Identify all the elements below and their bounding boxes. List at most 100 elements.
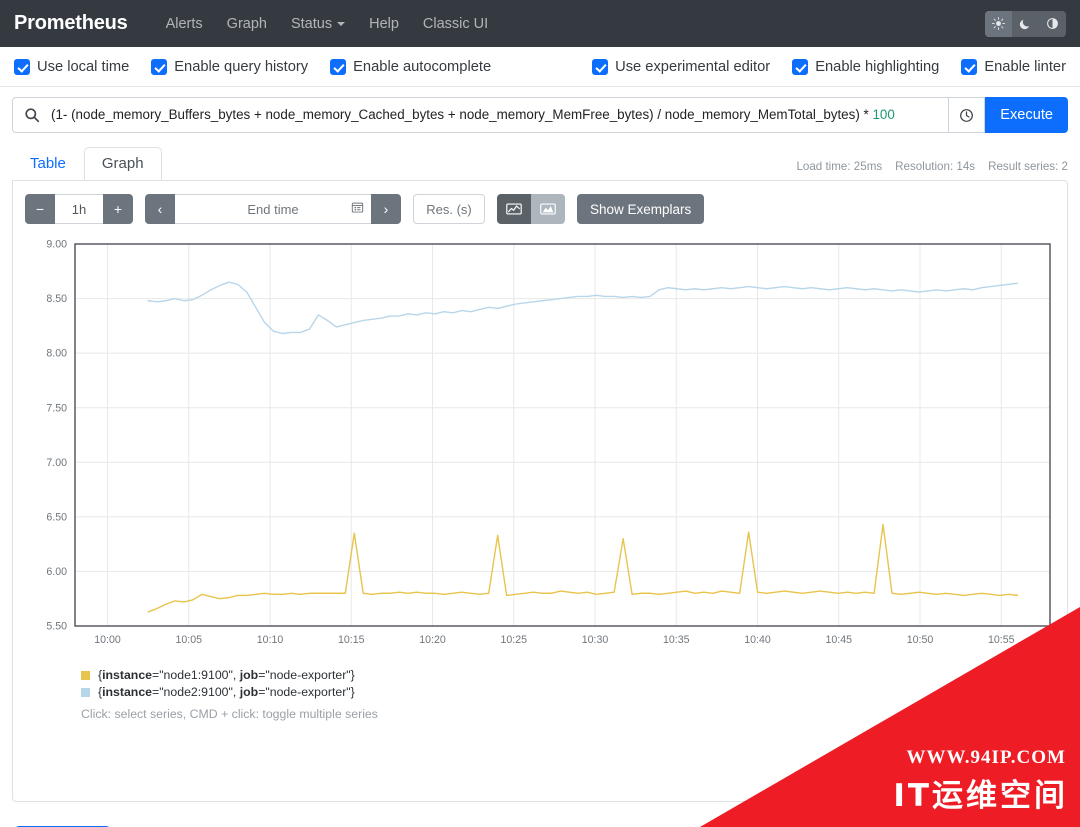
brand-logo[interactable]: Prometheus: [14, 12, 128, 35]
nav-link-alerts-label: Alerts: [165, 15, 203, 32]
resolution-input[interactable]: Res. (s): [413, 194, 485, 224]
svg-text:5.50: 5.50: [46, 621, 67, 633]
tab-table[interactable]: Table: [12, 147, 84, 181]
svg-text:8.00: 8.00: [46, 348, 67, 360]
end-time-group: ‹ End time ›: [145, 194, 401, 224]
legend-item-node2[interactable]: {instance="node2:9100", job="node-export…: [81, 685, 1055, 699]
query-input-container[interactable]: (1- (node_memory_Buffers_bytes + node_me…: [12, 97, 950, 133]
svg-text:10:50: 10:50: [907, 634, 934, 646]
tab-graph[interactable]: Graph: [83, 147, 162, 181]
checkbox-enable-highlighting[interactable]: Enable highlighting: [792, 59, 939, 75]
nav-link-graph[interactable]: Graph: [215, 10, 279, 38]
legend-swatch: [81, 687, 90, 697]
time-range-group: − 1h +: [25, 194, 133, 224]
moon-icon[interactable]: [1012, 10, 1039, 37]
svg-text:10:25: 10:25: [500, 634, 527, 646]
legend-hint: Click: select series, CMD + click: toggl…: [81, 707, 378, 721]
legend-item-node2-label: {instance="node2:9100", job="node-export…: [98, 685, 355, 699]
checkbox-enable-linter[interactable]: Enable linter: [961, 59, 1066, 75]
calendar-icon[interactable]: [351, 201, 364, 217]
checkbox-use-local-time-label: Use local time: [37, 59, 130, 75]
sun-icon[interactable]: [985, 10, 1012, 37]
checkbox-enable-autocomplete[interactable]: Enable autocomplete: [330, 59, 491, 75]
nav-link-graph-label: Graph: [226, 15, 267, 32]
legend-swatch: [81, 670, 90, 680]
legend-item-node1[interactable]: {instance="node1:9100", job="node-export…: [81, 668, 1055, 682]
checkbox-checked-icon[interactable]: [792, 59, 809, 75]
svg-text:10:45: 10:45: [825, 634, 852, 646]
checkbox-checked-icon[interactable]: [151, 59, 168, 75]
chart-legend: {instance="node1:9100", job="node-export…: [25, 668, 1055, 721]
next-time-button[interactable]: ›: [371, 194, 401, 224]
checkbox-checked-icon[interactable]: [14, 59, 30, 75]
legend-value-instance: "node2:9100": [159, 685, 233, 699]
search-icon: [13, 107, 51, 123]
next-time-label: ›: [383, 201, 389, 217]
prev-time-button[interactable]: ‹: [145, 194, 175, 224]
end-time-input[interactable]: End time: [175, 194, 371, 224]
svg-text:7.00: 7.00: [46, 457, 67, 469]
legend-key-instance: instance: [102, 668, 152, 682]
increase-range-button[interactable]: +: [103, 194, 133, 224]
half-circle-icon[interactable]: [1039, 10, 1066, 37]
checkbox-checked-icon[interactable]: [961, 59, 978, 75]
checkbox-use-experimental-editor-label: Use experimental editor: [615, 59, 771, 75]
query-history-button[interactable]: [949, 97, 986, 133]
graph-controls: − 1h + ‹ End time › Res. (s) Show Exempl…: [25, 194, 1055, 224]
execute-button-label: Execute: [1000, 107, 1053, 123]
stat-resolution: Resolution: 14s: [895, 160, 976, 173]
query-expression-text: (1- (node_memory_Buffers_bytes + node_me…: [51, 107, 873, 122]
nav-link-classic-ui[interactable]: Classic UI: [411, 10, 500, 38]
svg-text:10:40: 10:40: [744, 634, 771, 646]
svg-text:9.00: 9.00: [46, 239, 67, 251]
checkbox-enable-autocomplete-label: Enable autocomplete: [353, 59, 492, 75]
result-tabs: Table Graph: [12, 146, 162, 181]
svg-text:10:35: 10:35: [663, 634, 690, 646]
increase-range-label: +: [113, 201, 123, 217]
checkbox-use-local-time[interactable]: Use local time: [14, 59, 129, 75]
remove-panel-link[interactable]: Remove Panel: [971, 778, 1053, 792]
legend-key-job: job: [239, 685, 259, 699]
legend-value-job: "node-exporter": [265, 685, 351, 699]
legend-item-node1-label: {instance="node1:9100", job="node-export…: [98, 668, 355, 682]
svg-text:10:30: 10:30: [582, 634, 609, 646]
line-chart-icon[interactable]: [497, 194, 531, 224]
nav-link-status[interactable]: Status: [279, 10, 357, 38]
time-series-chart[interactable]: 5.50 6.00 6.50 7.00 7.50 8.00 8.50 9.00 10:00 10:…: [25, 236, 1055, 651]
legend-value-job: "node-exporter": [265, 668, 351, 682]
tab-graph-label: Graph: [101, 155, 144, 172]
query-stats: Load time: 25ms Resolution: 14s Result s…: [796, 160, 1068, 180]
footer: Add Panel: [0, 802, 1080, 827]
svg-text:8.50: 8.50: [46, 293, 67, 305]
execute-button[interactable]: Execute: [985, 97, 1068, 133]
range-input[interactable]: 1h: [55, 194, 103, 224]
checkbox-use-experimental-editor[interactable]: Use experimental editor: [592, 59, 770, 75]
legend-value-instance: "node1:9100": [159, 668, 233, 682]
tabs-row: Table Graph Load time: 25ms Resolution: …: [0, 145, 1080, 181]
checkbox-enable-linter-label: Enable linter: [984, 59, 1066, 75]
nav-link-alerts[interactable]: Alerts: [154, 10, 215, 38]
show-exemplars-button[interactable]: Show Exemplars: [577, 194, 705, 224]
stacked-chart-icon[interactable]: [531, 194, 565, 224]
nav-link-help[interactable]: Help: [357, 10, 411, 38]
chart-container[interactable]: 5.50 6.00 6.50 7.00 7.50 8.00 8.50 9.00 10:00 10:…: [25, 236, 1055, 656]
options-row: Use local time Enable query history Enab…: [0, 47, 1080, 87]
svg-text:7.50: 7.50: [46, 402, 67, 414]
legend-key-instance: instance: [102, 685, 152, 699]
query-expression-input[interactable]: (1- (node_memory_Buffers_bytes + node_me…: [51, 98, 948, 132]
stat-result-series: Result series: 2: [988, 160, 1068, 173]
decrease-range-button[interactable]: −: [25, 194, 55, 224]
checkbox-enable-query-history[interactable]: Enable query history: [151, 59, 308, 75]
svg-text:10:10: 10:10: [257, 634, 284, 646]
svg-text:10:55: 10:55: [988, 634, 1015, 646]
svg-text:6.50: 6.50: [46, 511, 67, 523]
checkbox-enable-highlighting-label: Enable highlighting: [815, 59, 940, 75]
nav-links: Alerts Graph Status Help Classic UI: [154, 10, 501, 38]
theme-switcher: [985, 10, 1066, 37]
checkbox-checked-icon[interactable]: [330, 59, 347, 75]
svg-text:6.00: 6.00: [46, 566, 67, 578]
navbar: Prometheus Alerts Graph Status Help Clas…: [0, 0, 1080, 47]
svg-text:10:15: 10:15: [338, 634, 365, 646]
end-time-placeholder: End time: [247, 201, 299, 217]
checkbox-checked-icon[interactable]: [592, 59, 609, 75]
